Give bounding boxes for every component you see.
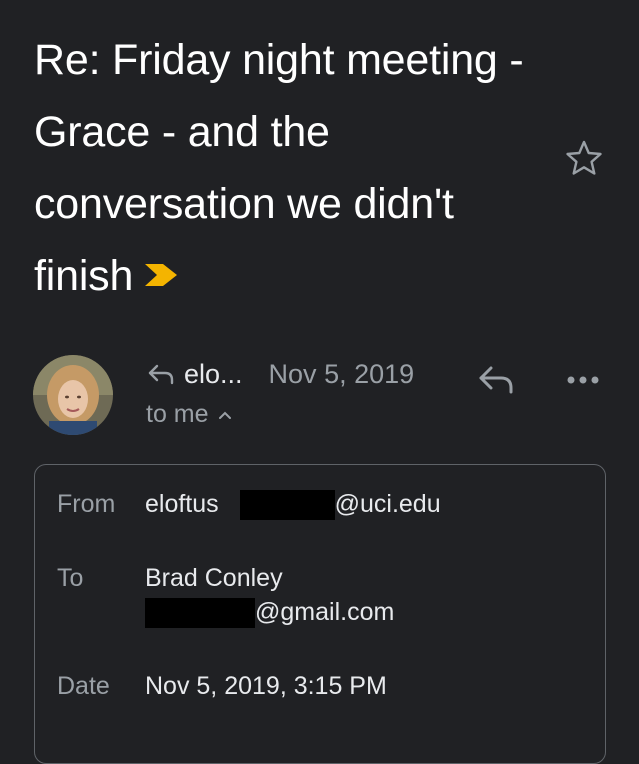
sent-date: Nov 5, 2019 bbox=[268, 358, 415, 389]
avatar[interactable] bbox=[33, 355, 113, 435]
to-label: To bbox=[57, 564, 84, 592]
sender-line[interactable]: elo... Nov 5, 2019 bbox=[146, 354, 414, 394]
from-value: eloftus @uci.edu bbox=[145, 487, 441, 521]
from-label: From bbox=[57, 490, 116, 518]
from-name: eloftus bbox=[145, 490, 219, 518]
avatar-photo bbox=[33, 355, 113, 435]
date-value: Nov 5, 2019, 3:15 PM bbox=[145, 672, 387, 700]
message-details-panel: From eloftus @uci.edu To Brad Conley @gm… bbox=[34, 464, 606, 764]
redaction-bar bbox=[145, 598, 255, 629]
to-line-text: to me bbox=[146, 400, 209, 428]
subject-text: Re: Friday night meeting - Grace - and t… bbox=[34, 36, 524, 300]
sender-name: elo... bbox=[184, 358, 243, 389]
email-subject: Re: Friday night meeting - Grace - and t… bbox=[34, 24, 534, 312]
from-domain: @uci.edu bbox=[334, 490, 441, 518]
star-icon[interactable] bbox=[564, 138, 604, 178]
to-value: Brad Conley @gmail.com bbox=[145, 561, 394, 629]
to-domain: @gmail.com bbox=[255, 598, 395, 626]
reply-icon[interactable] bbox=[476, 362, 516, 396]
caret-up-icon bbox=[218, 411, 231, 419]
recipients-toggle[interactable]: to me bbox=[146, 400, 231, 429]
redaction-bar bbox=[239, 490, 335, 521]
date-label: Date bbox=[57, 672, 110, 700]
more-options-icon[interactable] bbox=[563, 370, 603, 390]
important-marker-icon[interactable] bbox=[143, 262, 179, 288]
reply-indicator-icon bbox=[148, 364, 174, 385]
to-name: Brad Conley bbox=[145, 564, 283, 592]
